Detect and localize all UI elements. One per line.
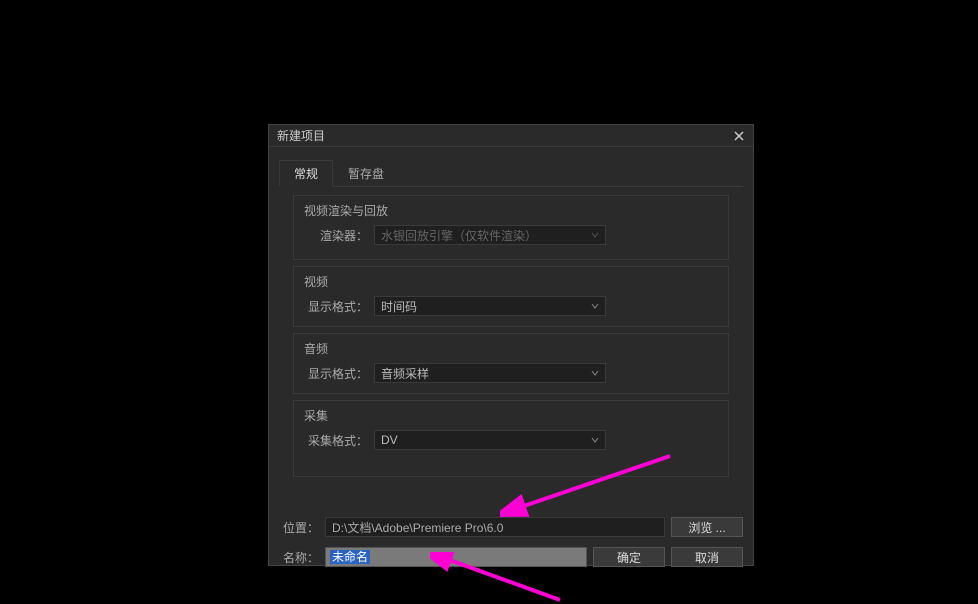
location-label: 位置：: [279, 519, 319, 536]
audio-display-value: 音频采样: [381, 365, 429, 382]
audio-display-dropdown[interactable]: 音频采样: [374, 363, 606, 383]
location-dropdown[interactable]: D:\文档\Adobe\Premiere Pro\6.0: [325, 517, 665, 537]
name-row: 名称： 未命名 确定 取消: [279, 547, 743, 567]
panel-general: 视频渲染与回放 渲染器： 水银回放引擎（仅软件渲染） 视频 显示格式：: [279, 187, 743, 491]
chevron-down-icon: [591, 436, 599, 444]
new-project-dialog: 新建项目 常规 暂存盘 视频渲染与回放 渲染器： 水银回放引擎（仅软件渲染）: [268, 124, 754, 566]
tab-scratch-disk[interactable]: 暂存盘: [333, 160, 399, 187]
video-display-dropdown[interactable]: 时间码: [374, 296, 606, 316]
close-icon[interactable]: [731, 128, 747, 144]
section-render: 视频渲染与回放 渲染器： 水银回放引擎（仅软件渲染）: [293, 195, 729, 260]
audio-display-label: 显示格式：: [304, 365, 368, 382]
bottom-controls: 位置： D:\文档\Adobe\Premiere Pro\6.0 浏览 ... …: [279, 517, 743, 567]
name-label: 名称：: [279, 549, 319, 566]
audio-display-row: 显示格式： 音频采样: [304, 363, 718, 383]
browse-button[interactable]: 浏览 ...: [671, 517, 743, 537]
renderer-value: 水银回放引擎（仅软件渲染）: [381, 227, 537, 244]
capture-format-row: 采集格式： DV: [304, 430, 718, 450]
section-audio: 音频 显示格式： 音频采样: [293, 333, 729, 394]
video-display-value: 时间码: [381, 298, 417, 315]
chevron-down-icon: [591, 231, 599, 239]
section-capture: 采集 采集格式： DV: [293, 400, 729, 477]
section-video: 视频 显示格式： 时间码: [293, 266, 729, 327]
capture-format-dropdown[interactable]: DV: [374, 430, 606, 450]
renderer-label: 渲染器：: [304, 227, 368, 244]
titlebar: 新建项目: [269, 125, 753, 147]
video-display-row: 显示格式： 时间码: [304, 296, 718, 316]
dialog-content: 常规 暂存盘 视频渲染与回放 渲染器： 水银回放引擎（仅软件渲染） 视频: [269, 159, 753, 577]
tab-general[interactable]: 常规: [279, 160, 333, 187]
location-row: 位置： D:\文档\Adobe\Premiere Pro\6.0 浏览 ...: [279, 517, 743, 537]
tabs: 常规 暂存盘: [279, 159, 743, 187]
chevron-down-icon: [591, 369, 599, 377]
capture-format-label: 采集格式：: [304, 432, 368, 449]
ok-button[interactable]: 确定: [593, 547, 665, 567]
section-audio-legend: 音频: [304, 340, 718, 357]
capture-format-value: DV: [381, 433, 398, 447]
name-value: 未命名: [330, 550, 370, 564]
cancel-button[interactable]: 取消: [671, 547, 743, 567]
renderer-dropdown: 水银回放引擎（仅软件渲染）: [374, 225, 606, 245]
name-input[interactable]: 未命名: [325, 547, 587, 567]
chevron-down-icon: [591, 302, 599, 310]
renderer-row: 渲染器： 水银回放引擎（仅软件渲染）: [304, 225, 718, 245]
section-capture-legend: 采集: [304, 407, 718, 424]
section-render-legend: 视频渲染与回放: [304, 202, 718, 219]
section-video-legend: 视频: [304, 273, 718, 290]
video-display-label: 显示格式：: [304, 298, 368, 315]
dialog-title: 新建项目: [277, 127, 325, 144]
location-value: D:\文档\Adobe\Premiere Pro\6.0: [332, 519, 503, 536]
